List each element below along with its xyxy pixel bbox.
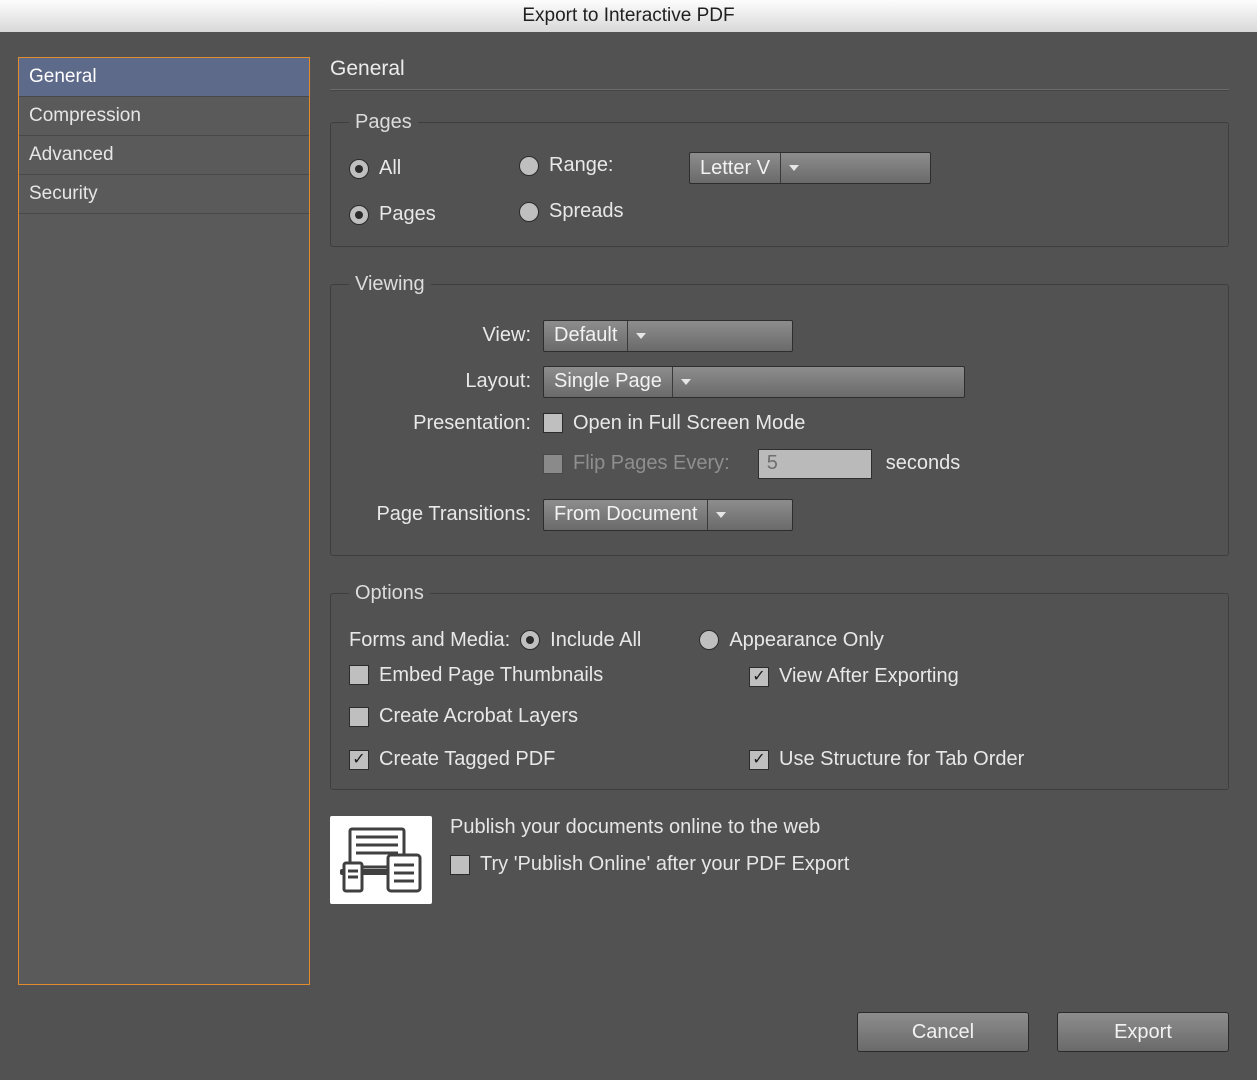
radio-range[interactable]: Range: (519, 154, 614, 177)
radio-spreads-label: Spreads (549, 200, 624, 223)
window-title: Export to Interactive PDF (0, 0, 1257, 33)
group-viewing: Viewing View: Default Layout: Single Pag… (330, 273, 1229, 556)
checkbox-box-icon (450, 855, 470, 875)
embed-thumbnails-checkbox[interactable]: Embed Page Thumbnails (349, 664, 603, 687)
radio-all-label: All (379, 157, 401, 180)
try-publish-online-label: Try 'Publish Online' after your PDF Expo… (480, 853, 849, 876)
group-viewing-legend: Viewing (349, 273, 431, 296)
radio-appearance-only-label: Appearance Only (729, 629, 884, 652)
tab-order-label: Use Structure for Tab Order (779, 748, 1024, 771)
radio-all[interactable]: All (349, 157, 401, 180)
cancel-button[interactable]: Cancel (857, 1012, 1029, 1052)
layout-combo-value: Single Page (544, 370, 672, 393)
embed-thumbnails-label: Embed Page Thumbnails (379, 664, 603, 687)
radio-pages-label: Pages (379, 203, 436, 226)
view-after-checkbox[interactable]: View After Exporting (749, 665, 959, 688)
chevron-down-icon (780, 153, 807, 183)
radio-appearance-only[interactable]: Appearance Only (699, 629, 884, 652)
sidebar-item-advanced[interactable]: Advanced (19, 136, 309, 175)
fullscreen-checkbox[interactable]: Open in Full Screen Mode (543, 412, 805, 435)
transitions-combo[interactable]: From Document (543, 499, 793, 531)
view-after-label: View After Exporting (779, 665, 959, 688)
radio-dot-icon (349, 205, 369, 225)
layout-combo[interactable]: Single Page (543, 366, 965, 398)
divider (330, 89, 1229, 91)
publish-online-promo: Publish your documents online to the web… (330, 816, 1229, 904)
view-combo-value: Default (544, 324, 627, 347)
panel-general: General Pages All Range: (330, 57, 1229, 904)
sidebar-item-compression[interactable]: Compression (19, 97, 309, 136)
radio-include-all-label: Include All (550, 629, 641, 652)
presentation-label: Presentation: (349, 412, 531, 435)
layout-label: Layout: (349, 370, 531, 393)
transitions-label: Page Transitions: (349, 503, 531, 526)
group-options: Options Forms and Media: Include All App… (330, 582, 1229, 791)
tab-order-checkbox[interactable]: Use Structure for Tab Order (749, 748, 1024, 771)
sidebar-spacer (19, 214, 309, 984)
checkbox-box-icon (349, 750, 369, 770)
flip-seconds-field: 5 (758, 449, 872, 479)
panel-title: General (330, 57, 1229, 81)
radio-dot-icon (519, 156, 539, 176)
checkbox-box-icon (349, 665, 369, 685)
devices-icon (330, 816, 432, 904)
flip-pages-label: Flip Pages Every: (573, 452, 730, 475)
flip-pages-checkbox: Flip Pages Every: (543, 452, 730, 475)
range-combo-value: Letter V (690, 157, 780, 180)
radio-pages[interactable]: Pages (349, 203, 436, 226)
fullscreen-checkbox-label: Open in Full Screen Mode (573, 412, 805, 435)
range-combo[interactable]: Letter V (689, 152, 931, 184)
checkbox-box-icon (543, 413, 563, 433)
chevron-down-icon (707, 500, 734, 530)
dialog-body: General Compression Advanced Security Ge… (0, 32, 1257, 1080)
tagged-pdf-checkbox[interactable]: Create Tagged PDF (349, 748, 555, 771)
view-combo[interactable]: Default (543, 320, 793, 352)
checkbox-box-icon (749, 667, 769, 687)
forms-media-label: Forms and Media: (349, 629, 510, 652)
radio-dot-icon (699, 630, 719, 650)
radio-dot-icon (349, 159, 369, 179)
group-pages: Pages All Range: (330, 111, 1229, 247)
radio-spreads[interactable]: Spreads (519, 200, 624, 223)
checkbox-box-icon (349, 707, 369, 727)
tagged-pdf-label: Create Tagged PDF (379, 748, 555, 771)
view-label: View: (349, 324, 531, 347)
group-options-legend: Options (349, 582, 430, 605)
try-publish-online-checkbox[interactable]: Try 'Publish Online' after your PDF Expo… (450, 853, 849, 876)
sidebar-item-general[interactable]: General (19, 58, 309, 97)
radio-include-all[interactable]: Include All (520, 629, 641, 652)
promo-headline: Publish your documents online to the web (450, 816, 877, 839)
sidebar: General Compression Advanced Security (18, 57, 310, 985)
chevron-down-icon (627, 321, 654, 351)
export-button[interactable]: Export (1057, 1012, 1229, 1052)
checkbox-box-icon (543, 454, 563, 474)
dialog-buttons: Cancel Export (857, 1012, 1229, 1052)
group-pages-legend: Pages (349, 111, 418, 134)
radio-dot-icon (520, 630, 540, 650)
radio-dot-icon (519, 202, 539, 222)
sidebar-item-security[interactable]: Security (19, 175, 309, 214)
flip-unit-label: seconds (886, 452, 961, 475)
acrobat-layers-label: Create Acrobat Layers (379, 705, 578, 728)
chevron-down-icon (672, 367, 699, 397)
transitions-combo-value: From Document (544, 503, 707, 526)
checkbox-box-icon (749, 750, 769, 770)
radio-range-label: Range: (549, 154, 614, 177)
acrobat-layers-checkbox[interactable]: Create Acrobat Layers (349, 705, 578, 728)
